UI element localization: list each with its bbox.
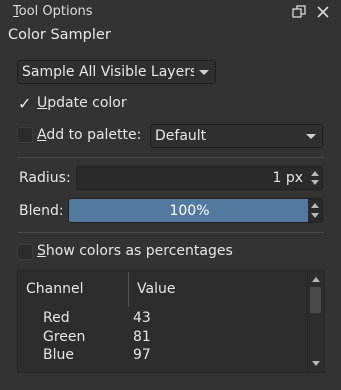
add-to-palette-checkbox[interactable]: [17, 127, 33, 143]
divider: [17, 232, 324, 233]
channel-table[interactable]: Channel Value Red 43 Green 81 Blue 97: [17, 270, 325, 373]
column-header-channel[interactable]: Channel: [18, 271, 128, 308]
close-icon[interactable]: [315, 4, 331, 20]
chevron-down-icon[interactable]: [312, 361, 320, 366]
table-cell-channel: Green: [43, 329, 86, 345]
table-cell-value: 43: [133, 310, 151, 326]
chevron-down-icon[interactable]: [311, 213, 319, 218]
add-to-palette-mnemonic: A: [37, 127, 47, 143]
blend-stepper[interactable]: [309, 200, 321, 221]
table-cell-channel: Blue: [43, 347, 74, 363]
titlebar-title: Tool Options: [13, 4, 93, 19]
titlebar-title-rest: ool Options: [18, 4, 93, 19]
blend-label: Blend:: [19, 203, 64, 219]
table-cell-channel: Red: [43, 310, 70, 326]
panel-title: Color Sampler: [8, 27, 111, 43]
table-cell-value: 97: [133, 347, 151, 363]
chevron-up-icon[interactable]: [311, 171, 319, 176]
update-color-label: Update color: [37, 95, 127, 111]
radius-spinbox[interactable]: 1 px: [76, 166, 323, 190]
add-to-palette-label: Add to palette:: [37, 127, 141, 143]
blend-value: 100%: [169, 203, 210, 219]
float-panel-icon[interactable]: [291, 4, 307, 20]
update-color-checkbox[interactable]: ✓: [18, 94, 31, 113]
sample-mode-select[interactable]: Sample All Visible Layers: [17, 60, 216, 84]
add-to-palette-label-rest: dd to palette:: [46, 127, 142, 143]
scrollbar-thumb[interactable]: [310, 287, 321, 313]
show-percentages-label-rest: how colors as percentages: [45, 243, 233, 259]
blend-slider[interactable]: 100%: [68, 198, 323, 223]
update-color-label-rest: pdate color: [47, 95, 127, 111]
chevron-up-icon[interactable]: [312, 277, 320, 282]
radius-stepper[interactable]: [309, 168, 321, 188]
chevron-up-icon[interactable]: [311, 203, 319, 208]
update-color-mnemonic: U: [37, 95, 48, 111]
palette-value: Default: [155, 128, 207, 144]
show-percentages-mnemonic: S: [37, 243, 46, 259]
radius-label: Radius:: [19, 170, 71, 186]
divider: [17, 157, 324, 158]
column-header-value[interactable]: Value: [129, 271, 309, 308]
palette-select[interactable]: Default: [150, 124, 323, 148]
show-percentages-checkbox[interactable]: [17, 244, 33, 260]
radius-value: 1 px: [272, 170, 303, 186]
chevron-down-icon: [199, 70, 209, 75]
chevron-down-icon: [306, 134, 316, 139]
sample-mode-value: Sample All Visible Layers: [22, 64, 194, 80]
chevron-down-icon[interactable]: [311, 180, 319, 185]
table-cell-value: 81: [133, 329, 151, 345]
show-percentages-label: Show colors as percentages: [37, 243, 233, 259]
table-scrollbar[interactable]: [307, 271, 324, 372]
